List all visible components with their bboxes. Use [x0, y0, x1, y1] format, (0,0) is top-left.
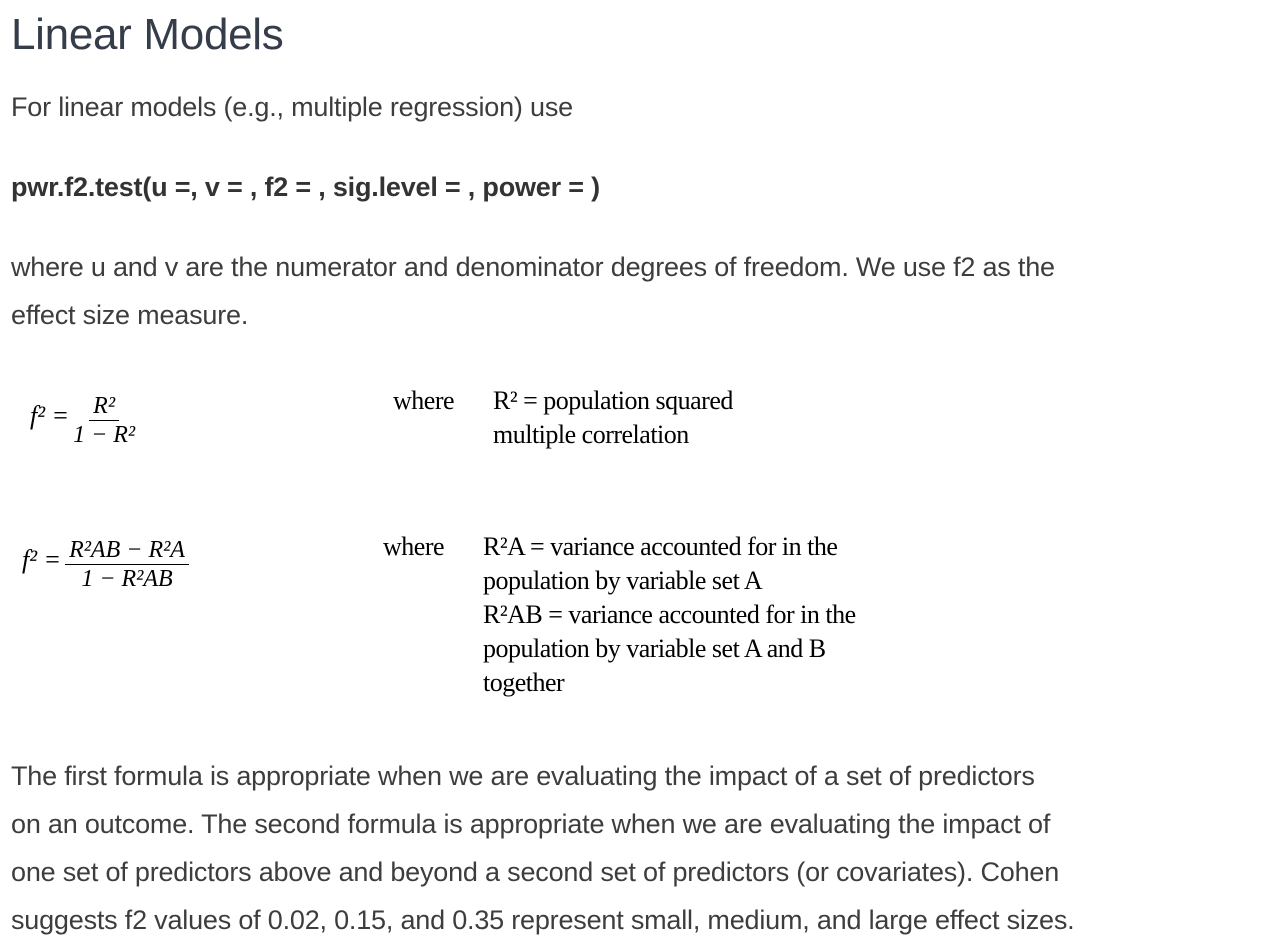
formula-2-image: f² = R²AB − R²A 1 − R²AB	[22, 536, 189, 593]
formula-2-desc-line: R²A = variance accounted for in the	[483, 532, 838, 561]
formula-2-desc-line: R²AB = variance accounted for in the	[483, 600, 856, 629]
formula-1-description: where R² = population squared multiple c…	[393, 384, 733, 449]
where-label: where	[393, 386, 455, 415]
formula-2-lhs: f² =	[22, 545, 62, 575]
page-title: Linear Models	[11, 10, 284, 59]
formula-2-desc-line: population by variable set A and B	[483, 634, 826, 663]
formula-1-image: f² = R² 1 − R²	[30, 392, 135, 449]
formula-2-denominator: 1 − R²AB	[81, 566, 173, 592]
paragraph-2-line: on an outcome. The second formula is app…	[11, 809, 1051, 839]
formula-2-desc-line: together	[483, 668, 565, 697]
paragraph-2-line: The first formula is appropriate when we…	[11, 761, 1035, 791]
intro-text: For linear models (e.g., multiple regres…	[11, 92, 573, 122]
where-label: where	[383, 532, 445, 561]
formula-1-denominator: 1 − R²	[73, 422, 136, 448]
formula-1-fraction: R² 1 − R²	[73, 392, 135, 449]
formula-1-desc-line: multiple correlation	[493, 420, 689, 449]
paragraph-1-line-1: where u and v are the numerator and deno…	[11, 252, 1055, 282]
formula-2-fraction: R²AB − R²A 1 − R²AB	[65, 536, 189, 593]
formula-1-desc-line: R² = population squared	[493, 386, 733, 415]
paragraph-2-line: one set of predictors above and beyond a…	[11, 857, 1060, 887]
document: Linear Models For linear models (e.g., m…	[0, 0, 1274, 950]
code-signature: pwr.f2.test(u =, v = , f2 = , sig.level …	[11, 172, 600, 202]
paragraph-2-line: suggests f2 values of 0.02, 0.15, and 0.…	[11, 905, 1075, 935]
formula-1-numerator: R²	[89, 392, 120, 421]
formula-2-description: where R²A = variance accounted for in th…	[383, 530, 856, 697]
formula-1-lhs: f² =	[30, 401, 70, 431]
formula-2-numerator: R²AB − R²A	[65, 536, 189, 565]
paragraph-1-line-2: effect size measure.	[11, 300, 249, 330]
formula-2-desc-line: population by variable set A	[483, 566, 763, 595]
